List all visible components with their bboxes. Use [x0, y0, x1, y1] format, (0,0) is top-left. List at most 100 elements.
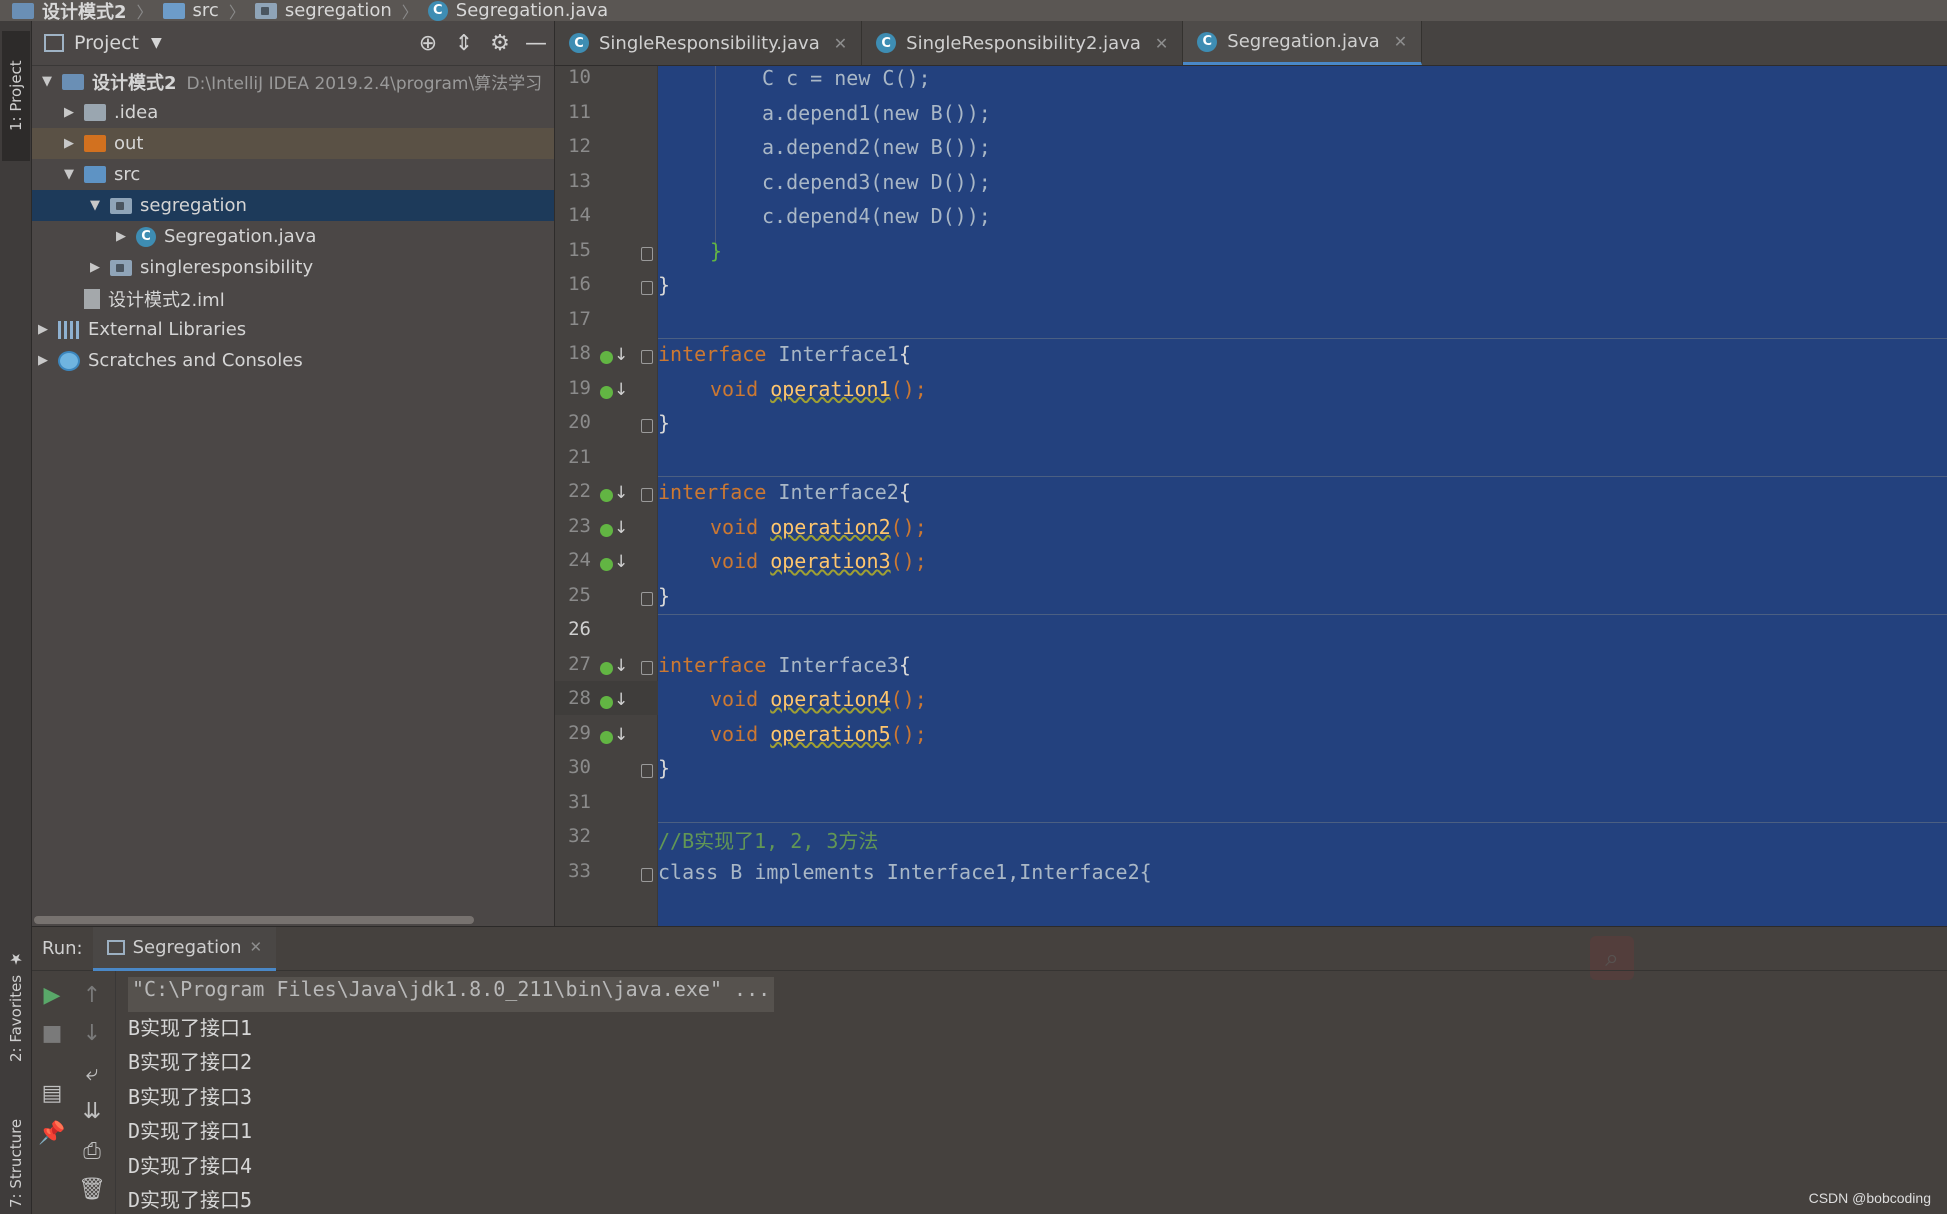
fold-start-icon[interactable]	[641, 660, 653, 675]
tab-singleresponsibility-java[interactable]: C SingleResponsibility.java ✕	[555, 21, 863, 65]
code-line: 20 }	[568, 411, 671, 435]
code-line: 28 ↓ void operation4();	[555, 687, 1947, 722]
console-line: B实现了接口1	[128, 1015, 253, 1040]
fold-end-icon[interactable]	[641, 419, 653, 433]
close-icon[interactable]: ✕	[1155, 34, 1168, 53]
fold-start-icon[interactable]	[641, 350, 653, 364]
code-line: 25 }	[568, 583, 671, 608]
implemented-marker-icon[interactable]: ↓	[600, 345, 628, 370]
code-line: 12 a.depend2(new B());	[568, 135, 991, 159]
rerun-icon[interactable]: ▶	[32, 983, 72, 1008]
folder-icon	[162, 2, 185, 19]
collapsed-arrow-icon[interactable]: ▶	[60, 105, 78, 120]
collapsed-arrow-icon[interactable]: ▶	[34, 322, 52, 337]
close-icon[interactable]: ✕	[250, 938, 263, 956]
package-icon	[110, 259, 132, 276]
tree-item-out[interactable]: ▶ out	[32, 128, 554, 159]
run-tab-segregation[interactable]: Segregation ✕	[92, 926, 277, 971]
fold-start-icon[interactable]	[641, 488, 653, 502]
pin-icon[interactable]: 📌	[32, 1121, 72, 1146]
tree-item-iml[interactable]: 设计模式2.iml	[32, 283, 554, 314]
code-text: }	[710, 238, 723, 263]
code-line: 23 ↓ void operation2();	[555, 515, 1947, 550]
implemented-marker-icon[interactable]: ↓	[600, 518, 628, 543]
tree-item-singleresponsibility[interactable]: ▶ singleresponsibility	[32, 252, 554, 283]
collapsed-arrow-icon[interactable]: ▶	[112, 229, 130, 244]
code-line: 21	[568, 445, 591, 468]
collapsed-arrow-icon[interactable]: ▶	[86, 260, 104, 275]
code-text: void operation5();	[710, 721, 927, 746]
code-line: 33 class B implements Interface1,Interfa…	[568, 859, 1152, 884]
code-editor[interactable]: 10 C c = new C(); 11 a.depend1(new B());…	[555, 66, 1947, 980]
tree-item-segregation[interactable]: ▼ segregation	[32, 190, 554, 221]
expanded-arrow-icon[interactable]: ▼	[60, 167, 78, 182]
tab-singleresponsibility2-java[interactable]: C SingleResponsibility2.java ✕	[862, 21, 1184, 65]
gear-icon[interactable]: ⚙	[482, 31, 518, 56]
fold-start-icon[interactable]	[641, 867, 653, 882]
module-file-icon	[84, 288, 100, 309]
tree-item-segregation-java[interactable]: ▶ C Segregation.java	[32, 221, 554, 252]
chevron-down-icon[interactable]: ▼	[151, 35, 162, 51]
print-icon[interactable]: ⎙	[72, 1139, 112, 1164]
implemented-marker-icon[interactable]: ↓	[600, 656, 628, 681]
implemented-marker-icon[interactable]: ↓	[600, 552, 628, 577]
implemented-marker-icon[interactable]: ↓	[600, 725, 628, 750]
run-panel-header: Run: Segregation ✕	[32, 926, 1947, 971]
tree-item-src[interactable]: ▼ src	[32, 159, 554, 190]
horizontal-scrollbar[interactable]	[34, 916, 474, 924]
folder-icon	[84, 104, 106, 121]
code-line: 17	[568, 307, 591, 330]
breadcrumb-item-package[interactable]: segregation	[254, 0, 392, 21]
scroll-to-end-icon[interactable]: ⇊	[72, 1099, 112, 1124]
console-line: B实现了接口3	[128, 1084, 253, 1109]
collapse-all-icon[interactable]: ⇕	[446, 31, 482, 56]
implemented-marker-icon[interactable]: ↓	[600, 483, 628, 508]
fold-end-icon[interactable]	[641, 764, 653, 778]
star-icon: ★	[7, 950, 25, 969]
breadcrumb-item-file[interactable]: C Segregation.java	[427, 0, 608, 21]
tool-tab-structure[interactable]: 7: Structure	[2, 1101, 30, 1214]
layout-icon[interactable]: ▤	[32, 1081, 72, 1106]
implemented-marker-icon[interactable]: ↓	[600, 380, 628, 405]
run-toolbar-secondary: ↑ ↓ ⤶ ⇊ ⎙ 🗑	[72, 971, 116, 1214]
expanded-arrow-icon[interactable]: ▼	[38, 74, 56, 89]
code-line: 27 ↓ interface Interface3{	[555, 653, 1947, 688]
run-panel: Run: Segregation ✕ ▶ ■ ▤ 📌 ↑ ↓ ⤶ ⇊ ⎙ 🗑 "…	[32, 926, 1947, 1214]
tool-tab-project[interactable]: 1: Project	[2, 31, 30, 161]
tree-item-project-root[interactable]: ▼ 设计模式2 D:\IntelliJ IDEA 2019.2.4\progra…	[32, 66, 554, 97]
arrow-up-icon[interactable]: ↑	[72, 983, 112, 1008]
soft-wrap-icon[interactable]: ⤶	[72, 1061, 112, 1086]
tool-tab-favorites[interactable]: 2: Favorites ★	[2, 941, 30, 1071]
run-toolbar-primary: ▶ ■ ▤ 📌	[32, 971, 72, 1214]
class-icon: C	[427, 0, 448, 21]
implemented-marker-icon[interactable]: ↓	[600, 690, 628, 715]
locate-icon[interactable]: ⊕	[410, 31, 446, 56]
excluded-folder-icon	[84, 135, 106, 152]
project-view-selector[interactable]: Project	[74, 32, 139, 54]
code-text: C c = new C();	[762, 66, 931, 90]
fold-end-icon[interactable]	[641, 591, 653, 606]
close-icon[interactable]: ✕	[1394, 32, 1407, 51]
hide-icon[interactable]: —	[518, 31, 554, 56]
tree-item-idea[interactable]: ▶ .idea	[32, 97, 554, 128]
collapsed-arrow-icon[interactable]: ▶	[60, 136, 78, 151]
fold-end-icon[interactable]	[641, 281, 653, 295]
stop-icon[interactable]: ■	[32, 1021, 72, 1046]
tab-segregation-java[interactable]: C Segregation.java ✕	[1183, 21, 1423, 65]
console-output[interactable]: "C:\Program Files\Java\jdk1.8.0_211\bin\…	[128, 977, 775, 1214]
arrow-down-icon[interactable]: ↓	[72, 1021, 112, 1046]
code-line: 14 c.depend4(new D());	[568, 204, 991, 228]
fold-end-icon[interactable]	[641, 246, 653, 261]
breadcrumb-item-src[interactable]: src	[162, 0, 219, 21]
code-line: 16 }	[568, 273, 671, 297]
collapsed-arrow-icon[interactable]: ▶	[34, 353, 52, 368]
tree-item-external-libraries[interactable]: ▶ External Libraries	[32, 314, 554, 345]
breadcrumb-item-project[interactable]: 设计模式2	[12, 0, 127, 21]
expanded-arrow-icon[interactable]: ▼	[86, 198, 104, 213]
package-icon	[254, 2, 277, 19]
project-view-icon	[44, 34, 64, 52]
code-text: a.depend2(new B());	[762, 135, 991, 159]
trash-icon[interactable]: 🗑	[72, 1177, 112, 1202]
close-icon[interactable]: ✕	[834, 34, 847, 53]
tree-item-scratches[interactable]: ▶ Scratches and Consoles	[32, 345, 554, 376]
